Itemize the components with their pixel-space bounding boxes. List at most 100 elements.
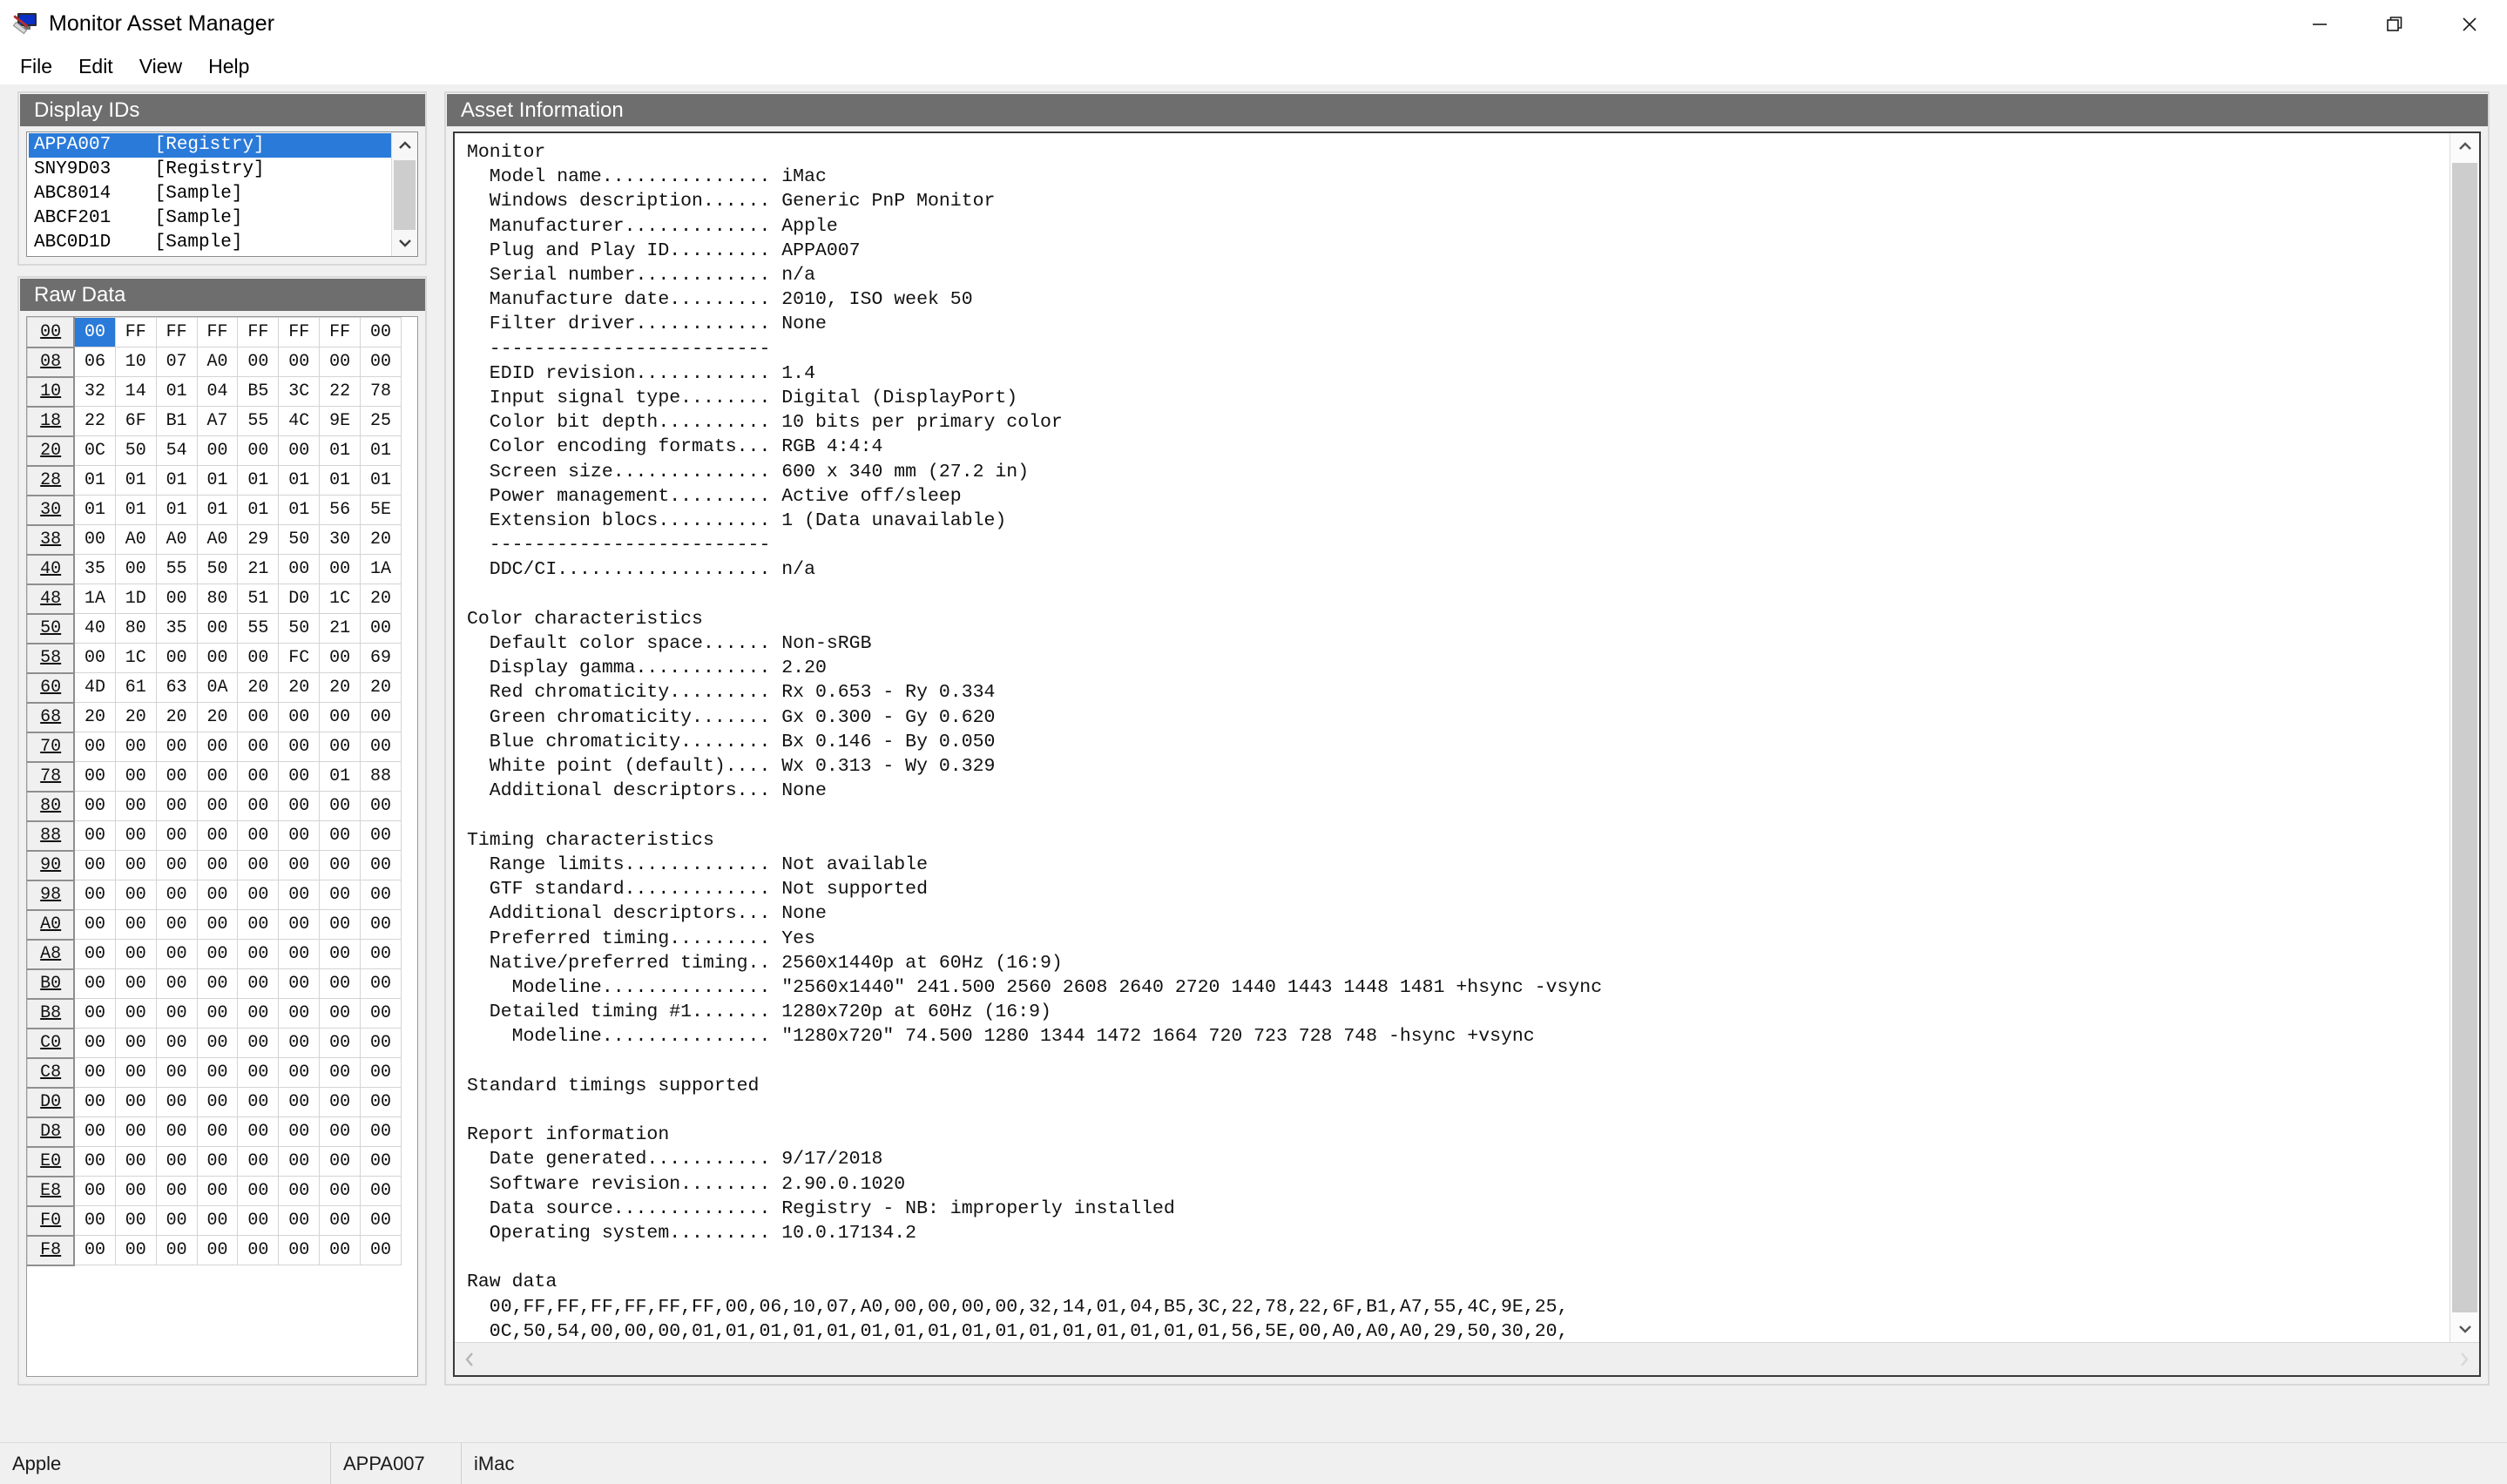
hex-byte-cell[interactable]: B1 [155,406,198,436]
hex-byte-cell[interactable]: 20 [319,672,362,703]
hex-byte-cell[interactable]: 00 [114,820,157,851]
hex-byte-cell[interactable]: 00 [73,1116,116,1147]
hex-byte-cell[interactable]: 14 [114,376,157,407]
hex-byte-cell[interactable]: 01 [278,465,321,496]
hex-byte-cell[interactable]: 00 [73,1028,116,1058]
hex-byte-cell[interactable]: 56 [319,495,362,525]
raw-data-hex-table[interactable]: 00 00 FF FF FF FF FF FF 00 08 06 10 07 A0 00 00 00 00 10 32… [27,317,402,1266]
hex-byte-cell[interactable]: FC [278,643,321,673]
hex-byte-cell[interactable]: 00 [114,791,157,821]
menu-file[interactable]: File [7,53,65,80]
hex-byte-cell[interactable]: 00 [114,998,157,1029]
hex-byte-cell[interactable]: 00 [278,1205,321,1236]
hex-byte-cell[interactable]: 00 [73,761,116,792]
hex-byte-cell[interactable]: 54 [155,435,198,466]
hex-byte-cell[interactable]: 00 [278,998,321,1029]
hex-byte-cell[interactable]: 00 [73,1057,116,1088]
hex-byte-cell[interactable]: FF [278,317,321,347]
hex-byte-cell[interactable]: 07 [155,347,198,377]
hex-byte-cell[interactable]: FF [319,317,362,347]
hex-byte-cell[interactable]: 29 [237,524,280,555]
hex-byte-cell[interactable]: 00 [360,613,402,644]
hex-byte-cell[interactable]: 00 [73,939,116,969]
hex-byte-cell[interactable]: 00 [196,761,239,792]
display-ids-scrollbar[interactable] [391,132,417,256]
hex-byte-cell[interactable]: 00 [196,1176,239,1206]
hex-byte-cell[interactable]: 00 [155,1146,198,1177]
hex-byte-cell[interactable]: 00 [196,850,239,880]
hex-byte-cell[interactable]: 00 [360,880,402,910]
hex-byte-cell[interactable]: 00 [360,820,402,851]
hex-byte-cell[interactable]: 00 [360,1205,402,1236]
hex-byte-cell[interactable]: 50 [278,613,321,644]
hex-byte-cell[interactable]: 55 [237,613,280,644]
hex-byte-cell[interactable]: 00 [196,880,239,910]
hex-byte-cell[interactable]: 00 [155,998,198,1029]
hex-byte-cell[interactable]: 88 [360,761,402,792]
hex-byte-cell[interactable]: 01 [319,465,362,496]
scroll-up-icon[interactable] [392,132,417,159]
display-id-row[interactable]: ABCF201 [Sample] [29,206,391,231]
hex-byte-cell[interactable]: 04 [196,376,239,407]
display-ids-list[interactable]: APPA007 [Registry] SNY9D03 [Registry] ABC8… [27,132,391,256]
hex-byte-cell[interactable]: 1D [114,583,157,614]
hex-byte-cell[interactable]: 00 [319,732,362,762]
hex-byte-cell[interactable]: 00 [196,613,239,644]
hex-byte-cell[interactable]: 00 [278,554,321,584]
hex-byte-cell[interactable]: 30 [319,524,362,555]
hex-byte-cell[interactable]: 00 [319,554,362,584]
hex-byte-cell[interactable]: 63 [155,672,198,703]
hex-byte-cell[interactable]: 00 [73,968,116,999]
hex-byte-cell[interactable]: 5E [360,495,402,525]
hex-byte-cell[interactable]: 00 [73,1146,116,1177]
hex-byte-cell[interactable]: 00 [114,1146,157,1177]
hex-byte-cell[interactable]: 80 [114,613,157,644]
hex-byte-cell[interactable]: 00 [196,1205,239,1236]
hex-byte-cell[interactable]: 00 [319,909,362,940]
hex-byte-cell[interactable]: 00 [278,1176,321,1206]
hex-byte-cell[interactable]: 00 [73,317,116,347]
hex-byte-cell[interactable]: 00 [360,850,402,880]
hex-byte-cell[interactable]: 00 [237,1116,280,1147]
hex-byte-cell[interactable]: 00 [155,583,198,614]
hex-byte-cell[interactable]: 10 [114,347,157,377]
hex-byte-cell[interactable]: 00 [237,1205,280,1236]
hex-byte-cell[interactable]: 55 [237,406,280,436]
hex-byte-cell[interactable]: 69 [360,643,402,673]
hex-byte-cell[interactable]: 00 [360,1116,402,1147]
hex-byte-cell[interactable]: 00 [360,791,402,821]
hex-byte-cell[interactable]: 00 [237,998,280,1029]
hex-byte-cell[interactable]: 00 [196,1087,239,1117]
hex-byte-cell[interactable]: 1C [319,583,362,614]
hex-byte-cell[interactable]: 00 [360,1176,402,1206]
hex-byte-cell[interactable]: 20 [73,702,116,732]
hex-byte-cell[interactable]: 00 [360,1087,402,1117]
hex-byte-cell[interactable]: 0A [196,672,239,703]
hex-byte-cell[interactable]: 00 [114,1057,157,1088]
hex-byte-cell[interactable]: 00 [196,732,239,762]
hex-byte-cell[interactable]: 00 [237,1028,280,1058]
hex-byte-cell[interactable]: 20 [360,672,402,703]
hex-byte-cell[interactable]: 1A [73,583,116,614]
hex-byte-cell[interactable]: 00 [114,1087,157,1117]
minimize-icon[interactable] [2282,0,2357,48]
hex-byte-cell[interactable]: 00 [237,435,280,466]
hex-byte-cell[interactable]: 00 [237,850,280,880]
hex-byte-cell[interactable]: 00 [155,1116,198,1147]
hex-byte-cell[interactable]: 00 [155,1087,198,1117]
hex-byte-cell[interactable]: 00 [319,791,362,821]
display-ids-listbox[interactable]: APPA007 [Registry] SNY9D03 [Registry] ABC8… [26,132,418,257]
hex-byte-cell[interactable]: 06 [73,347,116,377]
hex-byte-cell[interactable]: 20 [237,672,280,703]
hex-byte-cell[interactable]: 00 [237,968,280,999]
asset-vertical-scrollbar[interactable] [2450,133,2479,1342]
hex-byte-cell[interactable]: 00 [237,347,280,377]
hex-byte-cell[interactable]: 1A [360,554,402,584]
hex-byte-cell[interactable]: 00 [278,1116,321,1147]
hex-byte-cell[interactable]: 00 [114,1116,157,1147]
hex-byte-cell[interactable]: 00 [319,1028,362,1058]
hex-byte-cell[interactable]: 00 [196,1057,239,1088]
hex-byte-cell[interactable]: 00 [319,1087,362,1117]
restore-icon[interactable] [2357,0,2432,48]
hex-byte-cell[interactable]: 00 [278,1235,321,1265]
